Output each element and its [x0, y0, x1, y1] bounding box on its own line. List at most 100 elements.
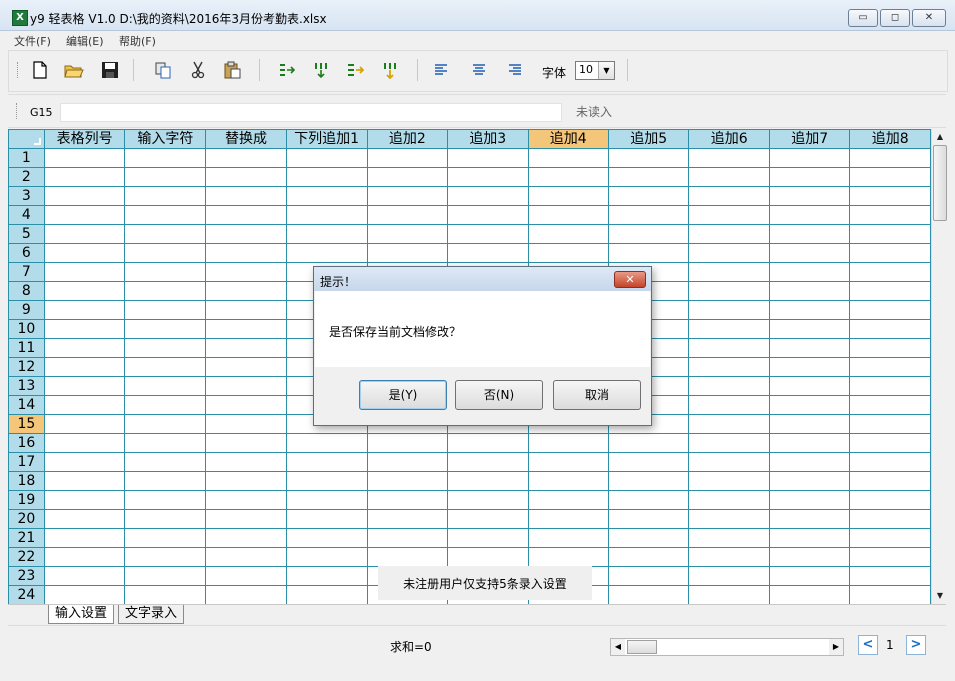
- row-header[interactable]: 10: [8, 319, 45, 339]
- grid-cell[interactable]: [768, 224, 851, 244]
- grid-cell[interactable]: [768, 528, 851, 548]
- grid-cell[interactable]: [124, 509, 207, 529]
- grid-cell[interactable]: [366, 205, 449, 225]
- grid-cell[interactable]: [607, 433, 690, 453]
- grid-cell[interactable]: [768, 471, 851, 491]
- next-page-button[interactable]: >: [906, 635, 926, 655]
- grid-cell[interactable]: [205, 357, 287, 377]
- grid-cell[interactable]: [849, 167, 931, 187]
- insert-row-button[interactable]: [276, 59, 298, 81]
- row-header[interactable]: 12: [8, 357, 45, 377]
- grid-cell[interactable]: [205, 376, 287, 396]
- grid-cell[interactable]: [527, 224, 610, 244]
- formula-input[interactable]: [60, 103, 562, 122]
- grid-cell[interactable]: [205, 205, 287, 225]
- grid-cell[interactable]: [205, 585, 287, 604]
- column-header[interactable]: 追加7: [768, 129, 851, 149]
- grid-cell[interactable]: [527, 186, 610, 206]
- yes-button[interactable]: 是(Y): [359, 380, 447, 410]
- row-header[interactable]: 13: [8, 376, 45, 396]
- grid-cell[interactable]: [285, 566, 368, 586]
- grid-cell[interactable]: [43, 471, 126, 491]
- grid-cell[interactable]: [124, 148, 207, 168]
- cut-button[interactable]: [187, 59, 209, 81]
- grid-cell[interactable]: [688, 357, 770, 377]
- grid-cell[interactable]: [205, 167, 287, 187]
- grid-cell[interactable]: [43, 186, 126, 206]
- column-header[interactable]: 输入字符: [124, 129, 207, 149]
- grid-cell[interactable]: [205, 243, 287, 263]
- grid-cell[interactable]: [43, 395, 126, 415]
- grid-cell[interactable]: [527, 205, 610, 225]
- grid-cell[interactable]: [527, 433, 610, 453]
- grid-cell[interactable]: [43, 148, 126, 168]
- grid-cell[interactable]: [849, 452, 931, 472]
- row-header[interactable]: 20: [8, 509, 45, 529]
- grid-cell[interactable]: [285, 490, 368, 510]
- grid-cell[interactable]: [43, 585, 126, 604]
- row-header[interactable]: 19: [8, 490, 45, 510]
- grid-cell[interactable]: [124, 167, 207, 187]
- grid-cell[interactable]: [688, 471, 770, 491]
- grid-cell[interactable]: [447, 471, 529, 491]
- grid-cell[interactable]: [447, 433, 529, 453]
- grid-cell[interactable]: [768, 205, 851, 225]
- grid-cell[interactable]: [768, 357, 851, 377]
- grid-cell[interactable]: [285, 585, 368, 604]
- column-header[interactable]: 下列追加1: [285, 129, 368, 149]
- grid-cell[interactable]: [205, 186, 287, 206]
- grid-cell[interactable]: [43, 319, 126, 339]
- column-header[interactable]: 追加3: [447, 129, 529, 149]
- grid-cell[interactable]: [607, 509, 690, 529]
- grid-cell[interactable]: [688, 281, 770, 301]
- grid-cell[interactable]: [366, 224, 449, 244]
- grid-cell[interactable]: [447, 547, 529, 567]
- row-header[interactable]: 6: [8, 243, 45, 263]
- dialog-close-button[interactable]: ✕: [614, 271, 646, 288]
- grid-cell[interactable]: [205, 452, 287, 472]
- align-center-button[interactable]: [468, 59, 490, 81]
- tab-text-entry[interactable]: 文字录入: [118, 605, 185, 624]
- grid-cell[interactable]: [43, 243, 126, 263]
- grid-cell[interactable]: [366, 547, 449, 567]
- grid-cell[interactable]: [688, 490, 770, 510]
- grid-cell[interactable]: [366, 433, 449, 453]
- grid-cell[interactable]: [527, 509, 610, 529]
- grid-cell[interactable]: [124, 262, 207, 282]
- grid-cell[interactable]: [447, 224, 529, 244]
- paste-button[interactable]: [221, 59, 243, 81]
- grid-cell[interactable]: [43, 357, 126, 377]
- column-header[interactable]: 追加8: [849, 129, 931, 149]
- grid-cell[interactable]: [527, 528, 610, 548]
- grid-cell[interactable]: [43, 547, 126, 567]
- grid-cell[interactable]: [43, 224, 126, 244]
- grid-cell[interactable]: [205, 300, 287, 320]
- grid-cell[interactable]: [607, 547, 690, 567]
- grid-cell[interactable]: [768, 414, 851, 434]
- grid-cell[interactable]: [688, 528, 770, 548]
- row-header[interactable]: 15: [8, 414, 45, 434]
- grid-cell[interactable]: [688, 243, 770, 263]
- grid-cell[interactable]: [43, 205, 126, 225]
- grid-cell[interactable]: [124, 300, 207, 320]
- row-header[interactable]: 21: [8, 528, 45, 548]
- grid-cell[interactable]: [768, 338, 851, 358]
- grid-cell[interactable]: [849, 186, 931, 206]
- grid-cell[interactable]: [366, 509, 449, 529]
- grid-cell[interactable]: [607, 224, 690, 244]
- row-header[interactable]: 5: [8, 224, 45, 244]
- grid-cell[interactable]: [688, 566, 770, 586]
- row-header[interactable]: 16: [8, 433, 45, 453]
- close-button[interactable]: ✕: [912, 9, 946, 27]
- grid-cell[interactable]: [768, 585, 851, 604]
- grid-cell[interactable]: [124, 224, 207, 244]
- grid-cell[interactable]: [688, 509, 770, 529]
- grid-cell[interactable]: [527, 452, 610, 472]
- grid-cell[interactable]: [447, 490, 529, 510]
- grid-cell[interactable]: [447, 167, 529, 187]
- row-header[interactable]: 14: [8, 395, 45, 415]
- grid-cell[interactable]: [849, 490, 931, 510]
- horizontal-scrollbar[interactable]: ◀ ▶: [610, 638, 844, 656]
- grid-cell[interactable]: [124, 585, 207, 604]
- grid-cell[interactable]: [124, 433, 207, 453]
